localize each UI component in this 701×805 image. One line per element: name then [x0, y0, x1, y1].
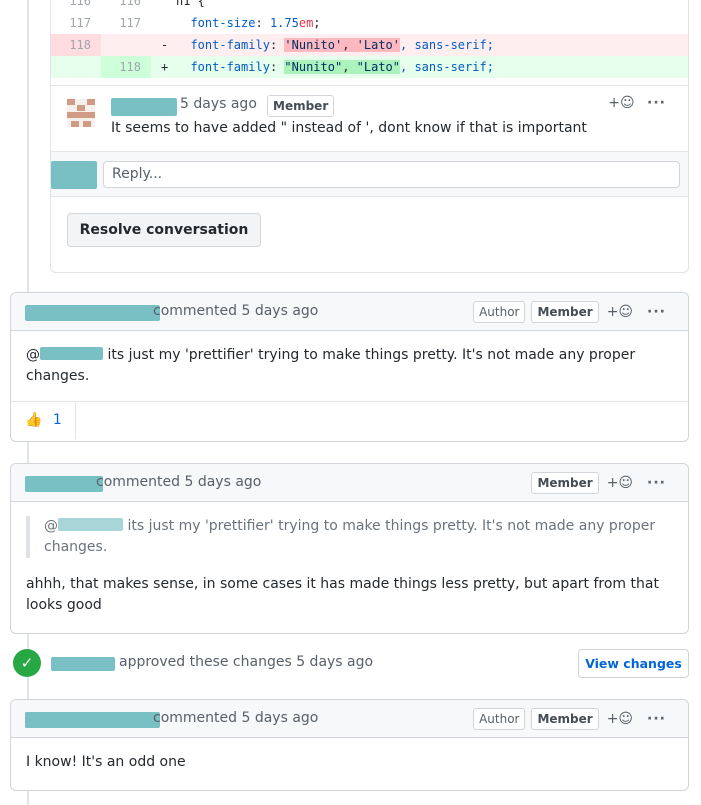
member-badge: Member — [531, 301, 599, 323]
kebab-icon[interactable]: ··· — [647, 711, 666, 727]
code-line: h1 { — [176, 0, 205, 8]
diff-row-addition: 118 + font-family: "Nunito", "Lato", san… — [51, 56, 688, 78]
comment-body: I know! It's an odd one — [11, 738, 688, 787]
diff-row: 116 116 h1 { — [51, 0, 688, 12]
thumbs-up-icon: 👍 — [25, 412, 43, 428]
avatar[interactable] — [67, 99, 95, 127]
comment-badges: Author Member +☺ ··· — [473, 708, 666, 730]
timeline-comment: commented 5 days ago Author Member +☺ ··… — [10, 699, 689, 791]
member-badge: Member — [267, 95, 335, 117]
approval-text: approved these changes 5 days ago — [119, 654, 374, 670]
comment-badges: Member +☺ ··· — [531, 472, 666, 494]
avatar — [51, 161, 97, 189]
comment-badges: Author Member +☺ ··· — [473, 301, 666, 323]
review-thread: 116 116 h1 { 117 117 font-size: 1.75em; … — [50, 0, 689, 273]
old-line-number[interactable]: 116 — [51, 0, 101, 12]
kebab-icon[interactable]: ··· — [647, 475, 666, 491]
comment-timestamp[interactable]: 5 days ago — [180, 96, 257, 112]
quote-text: its just my 'prettifier' trying to make … — [44, 518, 656, 555]
comment-text: ahhh, that makes sense, in some cases it… — [26, 576, 659, 613]
diff-row: 117 117 font-size: 1.75em; — [51, 12, 688, 34]
smiley-add-icon[interactable]: +☺ — [607, 711, 633, 727]
comment-header: commented 5 days ago Member +☺ ··· — [11, 464, 688, 502]
check-icon: ✓ — [13, 649, 41, 677]
deletion-marker: - — [161, 38, 169, 52]
comment-header: commented 5 days ago Author Member +☺ ··… — [11, 700, 688, 738]
author-name[interactable] — [25, 476, 103, 492]
reactions-bar: 👍 1 — [11, 401, 688, 439]
reaction-count: 1 — [52, 412, 62, 428]
resolve-conversation-button[interactable]: Resolve conversation — [67, 213, 261, 247]
member-badge: Member — [531, 472, 599, 494]
reply-input[interactable]: Reply... — [103, 161, 680, 188]
view-changes-button[interactable]: View changes — [578, 649, 689, 678]
comment-body: @ its just my 'prettifier' trying to mak… — [26, 347, 636, 384]
comment-actions: +☺ ··· — [606, 95, 666, 111]
comment-timestamp[interactable]: commented 5 days ago — [153, 303, 318, 319]
author-badge: Author — [473, 708, 526, 730]
quoted-reply: @ its just my 'prettifier' trying to mak… — [26, 516, 673, 558]
diff-row-deletion: 118 - font-family: 'Nunito', 'Lato', san… — [51, 34, 688, 56]
smiley-add-icon[interactable]: +☺ — [608, 95, 634, 111]
comment-body: @ its just my 'prettifier' trying to mak… — [11, 502, 688, 630]
smiley-add-icon[interactable]: +☺ — [607, 304, 633, 320]
comment-timestamp[interactable]: commented 5 days ago — [96, 474, 261, 490]
comment-header: commented 5 days ago Author Member +☺ ··… — [11, 293, 688, 331]
new-line-number[interactable]: 118 — [101, 56, 151, 78]
smiley-add-icon[interactable]: +☺ — [607, 475, 633, 491]
kebab-icon[interactable]: ··· — [647, 95, 666, 111]
user-mention[interactable] — [40, 347, 103, 360]
timeline-comment: commented 5 days ago Member +☺ ··· @ its… — [10, 463, 689, 634]
reply-area: Reply... — [51, 151, 688, 197]
timeline-comment: commented 5 days ago Author Member +☺ ··… — [10, 292, 689, 442]
inline-review-comment: 5 days ago Member +☺ ··· It seems to hav… — [51, 85, 688, 151]
member-badge: Member — [531, 708, 599, 730]
comment-text: I know! It's an odd one — [26, 754, 186, 770]
code-line: font-family: "Nunito", "Lato", sans-seri… — [190, 60, 494, 74]
user-mention[interactable] — [58, 518, 123, 531]
old-line-number[interactable]: 118 — [51, 34, 101, 56]
old-line-number[interactable]: 117 — [51, 12, 101, 34]
new-line-number[interactable]: 116 — [101, 0, 151, 12]
author-badge: Author — [473, 301, 526, 323]
code-line: font-family: 'Nunito', 'Lato', sans-seri… — [190, 38, 494, 52]
author-name[interactable] — [25, 305, 160, 321]
comment-text: its just my 'prettifier' trying to make … — [26, 347, 636, 384]
author-name[interactable] — [25, 712, 160, 728]
comment-timestamp[interactable]: commented 5 days ago — [153, 710, 318, 726]
new-line-number[interactable]: 117 — [101, 12, 151, 34]
addition-marker: + — [161, 60, 169, 74]
comment-body: It seems to have added " instead of ', d… — [111, 120, 587, 136]
kebab-icon[interactable]: ··· — [647, 304, 666, 320]
code-line: font-size: 1.75em; — [190, 16, 321, 30]
review-approved-event: ✓ approved these changes 5 days ago View… — [0, 642, 701, 684]
thumbs-up-reaction-button[interactable]: 👍 1 — [11, 402, 76, 439]
author-name[interactable] — [111, 98, 177, 116]
author-name[interactable] — [51, 657, 115, 671]
